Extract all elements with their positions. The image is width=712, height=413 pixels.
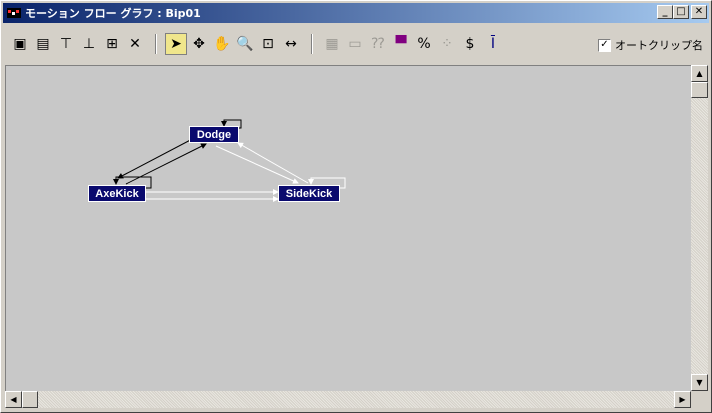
show-scripts-icon: ▦ bbox=[325, 36, 339, 52]
toolbar-navigation-group: ➤ ✥ ✋ 🔍 ⊡ ↔ bbox=[165, 33, 303, 55]
title-bar[interactable]: モーション フロー グラフ : Bip01 _ □ ✕ bbox=[3, 3, 709, 23]
create-transition-from-icon[interactable]: ⊥ bbox=[78, 33, 100, 55]
horizontal-scrollbar[interactable]: ◀ ▶ bbox=[5, 391, 691, 408]
autoclip-label: オートクリップ名 bbox=[615, 39, 703, 52]
window-title: モーション フロー グラフ : Bip01 bbox=[25, 7, 201, 20]
node-dodge[interactable]: Dodge bbox=[189, 126, 239, 143]
zoom-icon[interactable]: 🔍 bbox=[234, 33, 256, 55]
percent-icon[interactable]: % bbox=[413, 33, 435, 55]
toolbar-separator bbox=[155, 34, 157, 54]
clip-info-icon: ⁇ bbox=[371, 36, 385, 52]
node-sidekick[interactable]: SideKick bbox=[278, 185, 340, 202]
select-icon[interactable]: ➤ bbox=[165, 33, 187, 55]
toolbar: ▣ ▤ ⊤ ⊥ ⊞ ✕ ➤ ✥ ✋ 🔍 ⊡ ↔ ▦ ▭ ⁇ ▀% ⁘ $ Ī ✓ オートクリップ名 bbox=[3, 25, 709, 63]
toolbar-create-group: ▣ ▤ ⊤ ⊥ ⊞ ✕ bbox=[9, 33, 147, 55]
create-random-transition-icon[interactable]: ⊞ bbox=[101, 33, 123, 55]
graph-canvas[interactable]: Dodge AxeKick SideKick bbox=[5, 65, 691, 391]
toolbar-separator bbox=[311, 34, 313, 54]
close-button[interactable]: ✕ bbox=[691, 5, 707, 19]
toolbar-clip-group: ▦ ▭ ⁇ ▀% ⁘ $ Ī bbox=[321, 33, 505, 55]
axekick-to-dodge-transition[interactable] bbox=[125, 143, 207, 185]
vertical-scrollbar[interactable]: ▲ ▼ bbox=[691, 65, 708, 391]
create-transition-icon[interactable]: ⊤ bbox=[55, 33, 77, 55]
scroll-corner bbox=[691, 391, 708, 408]
show-clip-names-icon: ▭ bbox=[348, 36, 362, 52]
zoom-extents-icon[interactable]: ↔ bbox=[280, 33, 302, 55]
transition-arrows bbox=[113, 119, 346, 202]
dollar-icon[interactable]: $ bbox=[459, 33, 481, 55]
scroll-up-button[interactable]: ▲ bbox=[691, 65, 708, 82]
random-icon: ⁘ bbox=[441, 36, 453, 52]
transition-info-icon[interactable]: Ī bbox=[482, 33, 504, 55]
dodge-to-sidekick-transition[interactable] bbox=[215, 145, 299, 184]
motion-flow-graph-window: モーション フロー グラフ : Bip01 _ □ ✕ ▣ ▤ ⊤ ⊥ ⊞ ✕ ➤ ✥ ✋ 🔍 ⊡… bbox=[0, 0, 712, 413]
scroll-left-button[interactable]: ◀ bbox=[5, 391, 22, 408]
node-axekick[interactable]: AxeKick bbox=[88, 185, 146, 202]
sidekick-to-dodge-transition[interactable] bbox=[237, 142, 309, 184]
pan-icon[interactable]: ✋ bbox=[211, 33, 233, 55]
vertical-scroll-thumb[interactable] bbox=[691, 82, 708, 98]
app-icon bbox=[7, 8, 21, 18]
create-motion-clip-icon[interactable]: ▣ bbox=[9, 33, 31, 55]
maximize-button[interactable]: □ bbox=[673, 5, 689, 19]
minimize-button[interactable]: _ bbox=[657, 5, 673, 19]
horizontal-scroll-thumb[interactable] bbox=[22, 391, 38, 408]
window-controls: _ □ ✕ bbox=[657, 5, 707, 19]
move-icon[interactable]: ✥ bbox=[188, 33, 210, 55]
autoclip-option[interactable]: ✓ オートクリップ名 bbox=[598, 37, 703, 53]
set-start-clip-icon[interactable]: ▀ bbox=[390, 33, 412, 55]
scroll-right-button[interactable]: ▶ bbox=[674, 391, 691, 408]
delete-icon[interactable]: ✕ bbox=[124, 33, 146, 55]
autoclip-checkbox[interactable]: ✓ bbox=[598, 38, 611, 52]
dodge-to-axekick-transition[interactable] bbox=[117, 135, 199, 179]
zoom-region-icon[interactable]: ⊡ bbox=[257, 33, 279, 55]
scroll-down-button[interactable]: ▼ bbox=[691, 374, 708, 391]
create-multiple-clips-icon[interactable]: ▤ bbox=[32, 33, 54, 55]
